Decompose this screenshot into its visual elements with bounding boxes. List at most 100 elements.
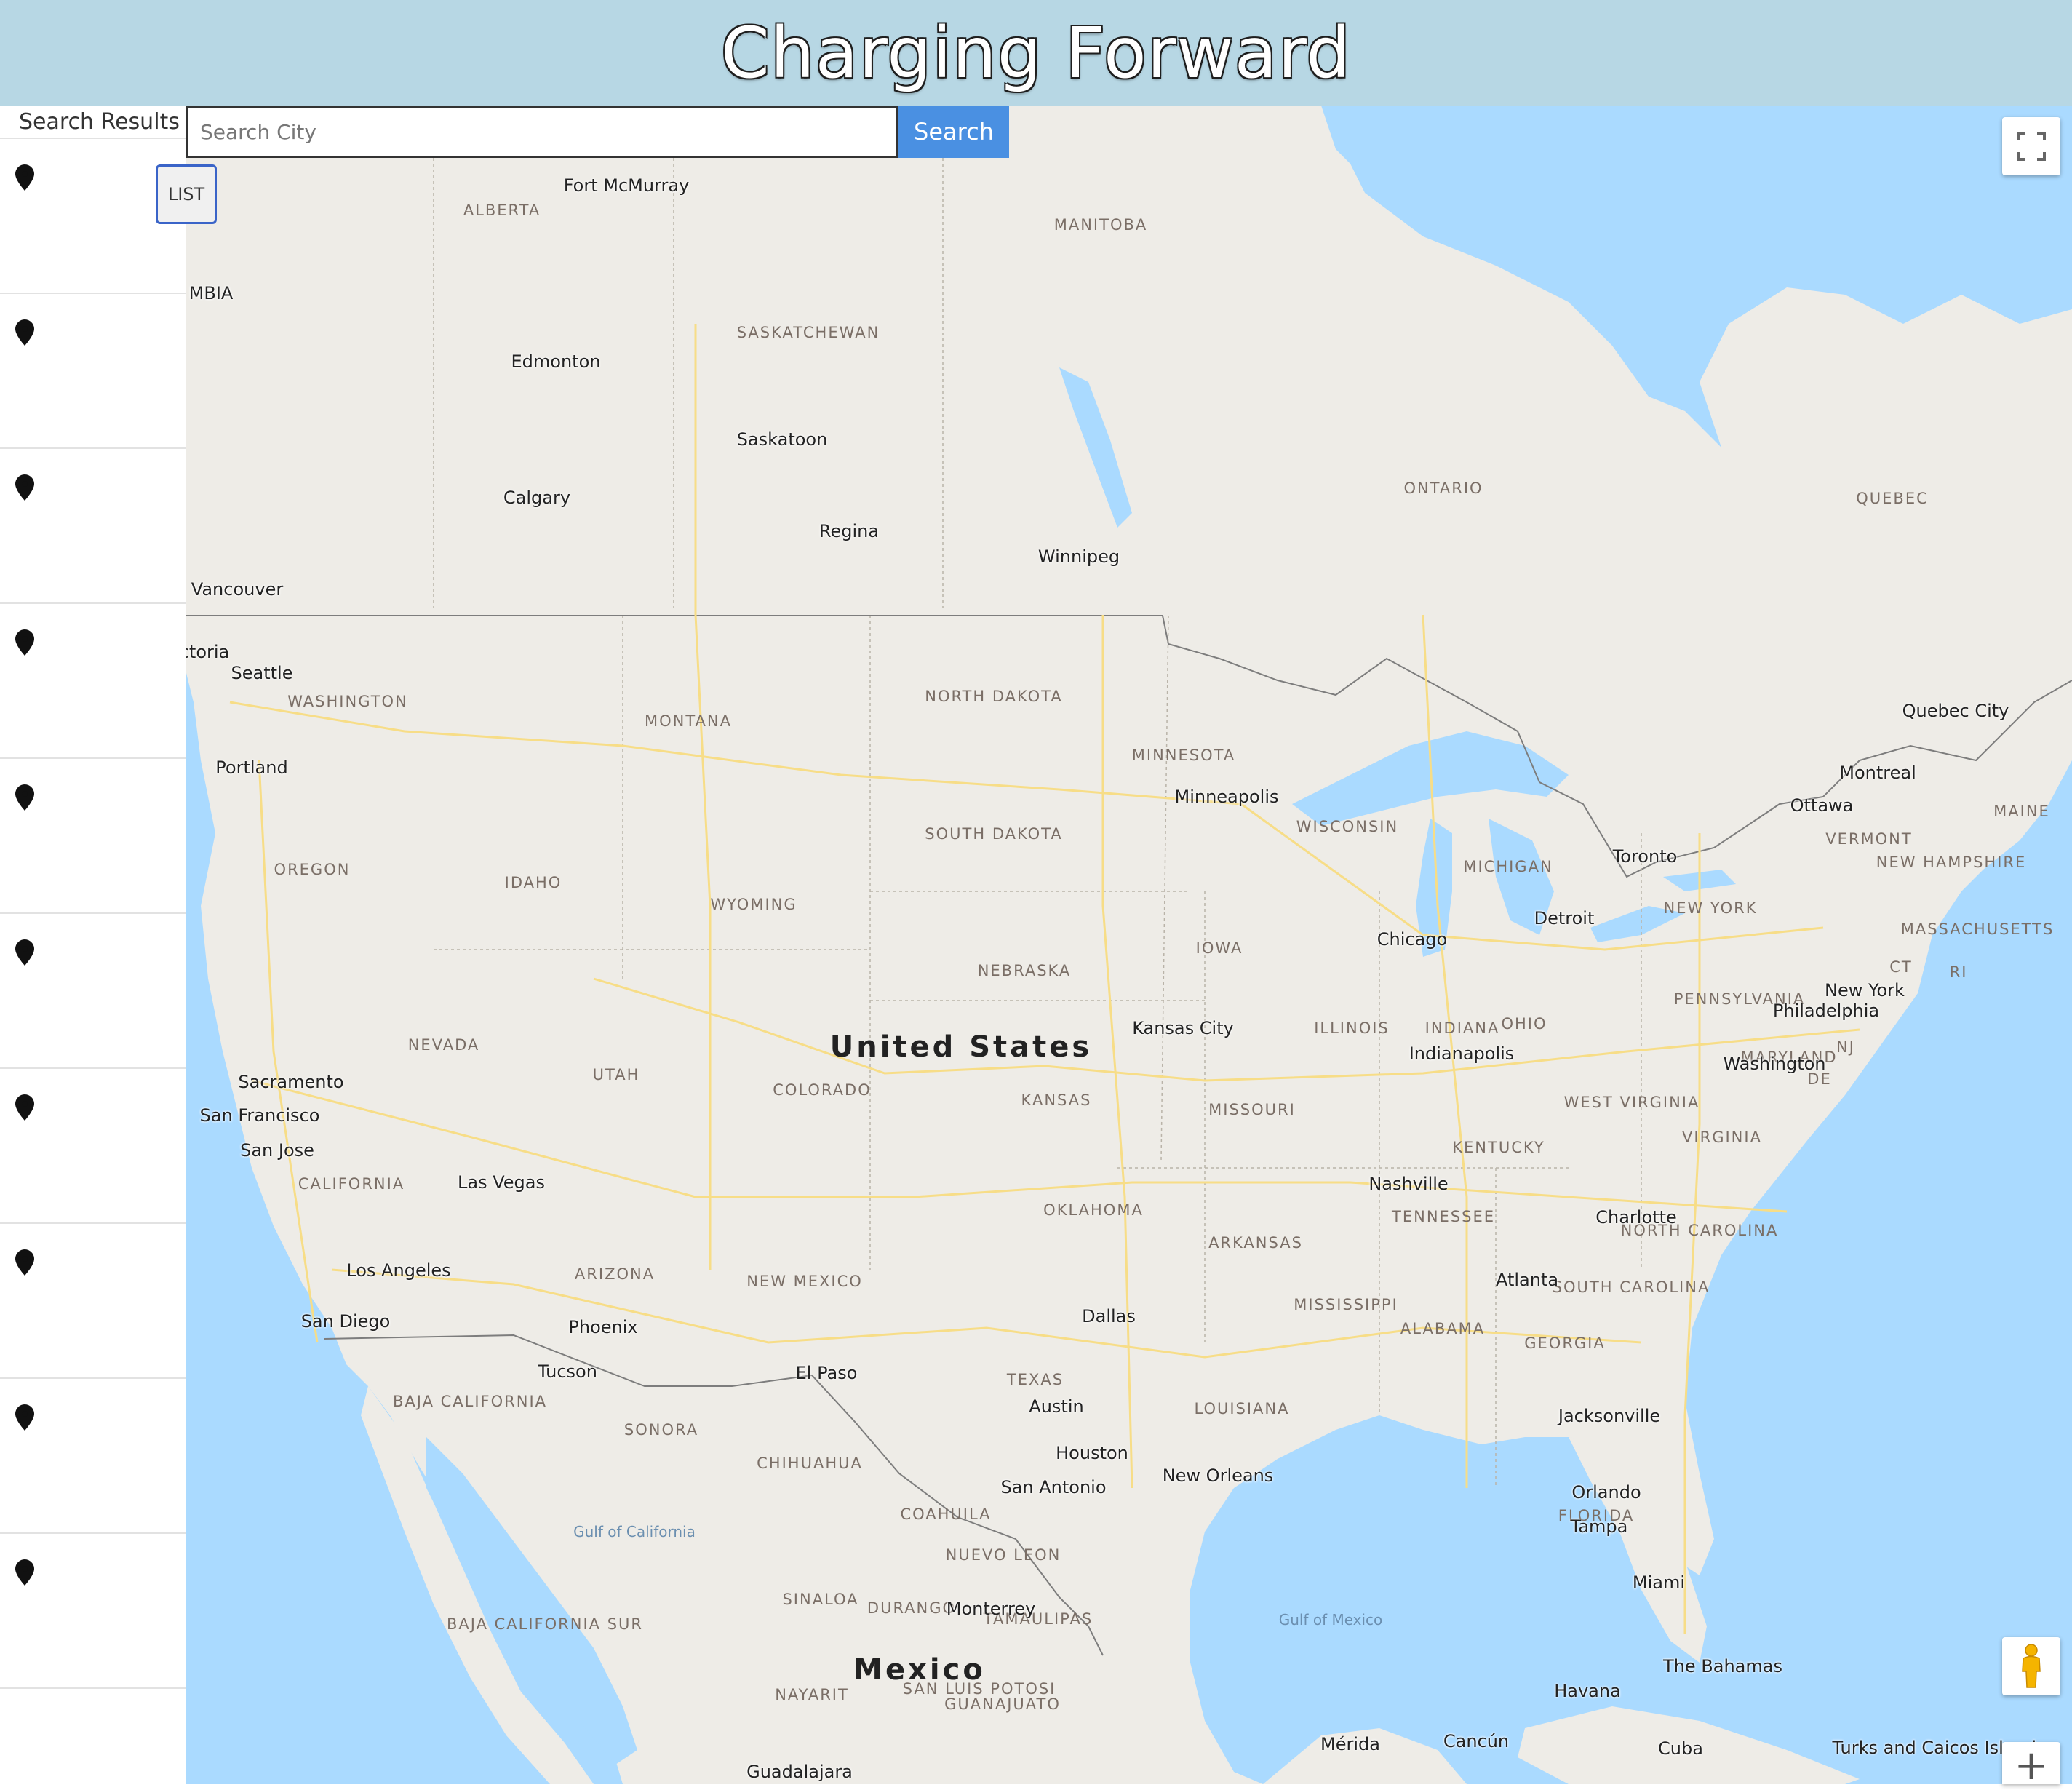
map-city-label: Calgary — [503, 488, 571, 508]
map-region-label: IOWA — [1195, 939, 1243, 957]
map-region-label: OHIO — [1501, 1015, 1547, 1033]
map-water-label: Gulf of California — [573, 1523, 696, 1540]
map-city-label: Sacramento — [238, 1072, 344, 1092]
map-region-label: SASKATCHEWAN — [736, 324, 880, 341]
map-region-label: INDIANA — [1424, 1019, 1500, 1037]
map-region-label: BAJA CALIFORNIA — [392, 1393, 548, 1410]
map-city-label: Tampa — [1570, 1516, 1628, 1537]
map-city-label: Vancouver — [191, 579, 284, 600]
map-water-label: Gulf of Mexico — [1278, 1611, 1383, 1628]
map-city-label: San Diego — [300, 1311, 391, 1332]
map-region-label: WASHINGTON — [287, 693, 408, 710]
map-region-label: WEST VIRGINIA — [1563, 1094, 1700, 1111]
map-region-label: ALABAMA — [1400, 1320, 1486, 1337]
map-region-label: COAHUILA — [900, 1505, 992, 1523]
map-region-label: GEORGIA — [1524, 1334, 1606, 1352]
map-city-label: Detroit — [1534, 908, 1595, 928]
map-region-label: ONTARIO — [1403, 480, 1483, 497]
map-city-label: Las Vegas — [458, 1172, 545, 1193]
map-city-label: Miami — [1632, 1572, 1686, 1593]
map-city-label: New York — [1825, 980, 1905, 1001]
app-title: Charging Forward — [720, 12, 1352, 94]
map-region-label: SOUTH CAROLINA — [1552, 1278, 1710, 1296]
map-country-label: United States — [829, 1030, 1093, 1064]
map-city-label: Havana — [1554, 1681, 1621, 1701]
map-city-label: Chicago — [1376, 929, 1448, 950]
map-region-label: MICHIGAN — [1463, 858, 1553, 875]
map-pin-icon — [15, 319, 34, 346]
map-pin-icon — [15, 474, 34, 501]
map-city-label: Winnipeg — [1037, 546, 1120, 567]
zoom-in-button[interactable]: + — [2002, 1742, 2060, 1789]
map-region-label: MAINE — [1993, 803, 2050, 820]
map-city-label: Guadalajara — [746, 1762, 853, 1782]
map-view[interactable]: United States Mexico ALBERTA MANITOBA SASKAT… — [186, 106, 2072, 1784]
map-city-label: The Bahamas — [1663, 1656, 1782, 1676]
map-region-label: NUEVO LEON — [945, 1546, 1061, 1564]
map-city-label: New Orleans — [1162, 1465, 1274, 1486]
map-region-label: NEW HAMPSHIRE — [1876, 854, 2027, 871]
search-result-item[interactable] — [0, 759, 186, 914]
map-pin-icon — [15, 939, 34, 966]
map-region-label: WISCONSIN — [1296, 818, 1399, 835]
fullscreen-icon — [2017, 132, 2046, 161]
map-region-label: MISSOURI — [1208, 1101, 1296, 1118]
street-view-pegman-button[interactable] — [2002, 1637, 2060, 1695]
map-pin-icon — [15, 1404, 34, 1431]
map-city-label: Phoenix — [568, 1317, 638, 1337]
search-result-item[interactable] — [0, 1379, 186, 1534]
map-region-label: CHIHUAHUA — [757, 1455, 863, 1472]
map-city-label: Austin — [1029, 1396, 1084, 1417]
map-city-label: San Jose — [240, 1140, 314, 1161]
map-city-label: Dallas — [1082, 1306, 1136, 1326]
map-region-label: QUEBEC — [1856, 490, 1929, 507]
map-base — [186, 106, 2072, 1784]
search-result-item[interactable] — [0, 914, 186, 1069]
sidebar-title: Search Results — [0, 106, 186, 139]
map-city-label: El Paso — [795, 1363, 858, 1383]
search-button[interactable]: Search — [898, 106, 1009, 158]
map-city-label: Washington — [1723, 1054, 1826, 1074]
list-button[interactable]: LIST — [156, 164, 217, 224]
map-city-label: Los Angeles — [346, 1260, 451, 1281]
map-city-label: Fort McMurray — [563, 175, 690, 196]
search-result-item[interactable] — [0, 604, 186, 759]
map-city-label: ctoria — [186, 642, 230, 662]
map-city-label: Orlando — [1571, 1482, 1641, 1503]
map-pin-icon — [15, 629, 34, 656]
map-region-label: VERMONT — [1825, 830, 1913, 848]
fullscreen-button[interactable] — [2002, 117, 2060, 175]
map-region-label: MISSISSIPPI — [1294, 1296, 1398, 1313]
search-result-item[interactable] — [0, 1069, 186, 1224]
map-region-label: ALBERTA — [463, 202, 541, 219]
map-city-label: Minneapolis — [1174, 787, 1279, 807]
map-pin-icon — [15, 1559, 34, 1586]
map-region-label: GUANAJUATO — [944, 1695, 1061, 1713]
map-region-label: TEXAS — [1006, 1371, 1064, 1388]
app-header: Charging Forward — [0, 0, 2072, 106]
map-region-label: WYOMING — [710, 896, 797, 913]
map-region-label: NJ — [1836, 1038, 1855, 1056]
map-region-label: KENTUCKY — [1452, 1139, 1545, 1156]
map-city-label: Indianapolis — [1408, 1043, 1515, 1064]
map-city-label: Cancún — [1443, 1731, 1510, 1751]
map-region-label: ILLINOIS — [1314, 1019, 1390, 1037]
search-city-input[interactable] — [186, 106, 898, 158]
map-city-label: Quebec City — [1902, 701, 2009, 721]
map-region-label: MONTANA — [645, 712, 732, 730]
search-result-item[interactable] — [0, 449, 186, 604]
map-city-label: Philadelphia — [1772, 1001, 1880, 1021]
search-result-item[interactable] — [0, 294, 186, 449]
map-city-label: ISH MBIA — [186, 283, 234, 303]
search-results-sidebar: Search Results — [0, 106, 186, 1784]
map-pin-icon — [15, 784, 34, 811]
map-pin-icon — [15, 1249, 34, 1276]
map-region-label: UTAH — [592, 1066, 640, 1083]
search-result-item[interactable] — [0, 1224, 186, 1379]
map-city-label: Jacksonville — [1558, 1406, 1661, 1426]
map-region-label: LOUISIANA — [1194, 1400, 1290, 1417]
map-city-label: Montreal — [1839, 763, 1916, 783]
map-city-label: Monterrey — [946, 1599, 1036, 1619]
search-result-item[interactable] — [0, 1534, 186, 1689]
map-city-label: San Francisco — [199, 1105, 320, 1126]
